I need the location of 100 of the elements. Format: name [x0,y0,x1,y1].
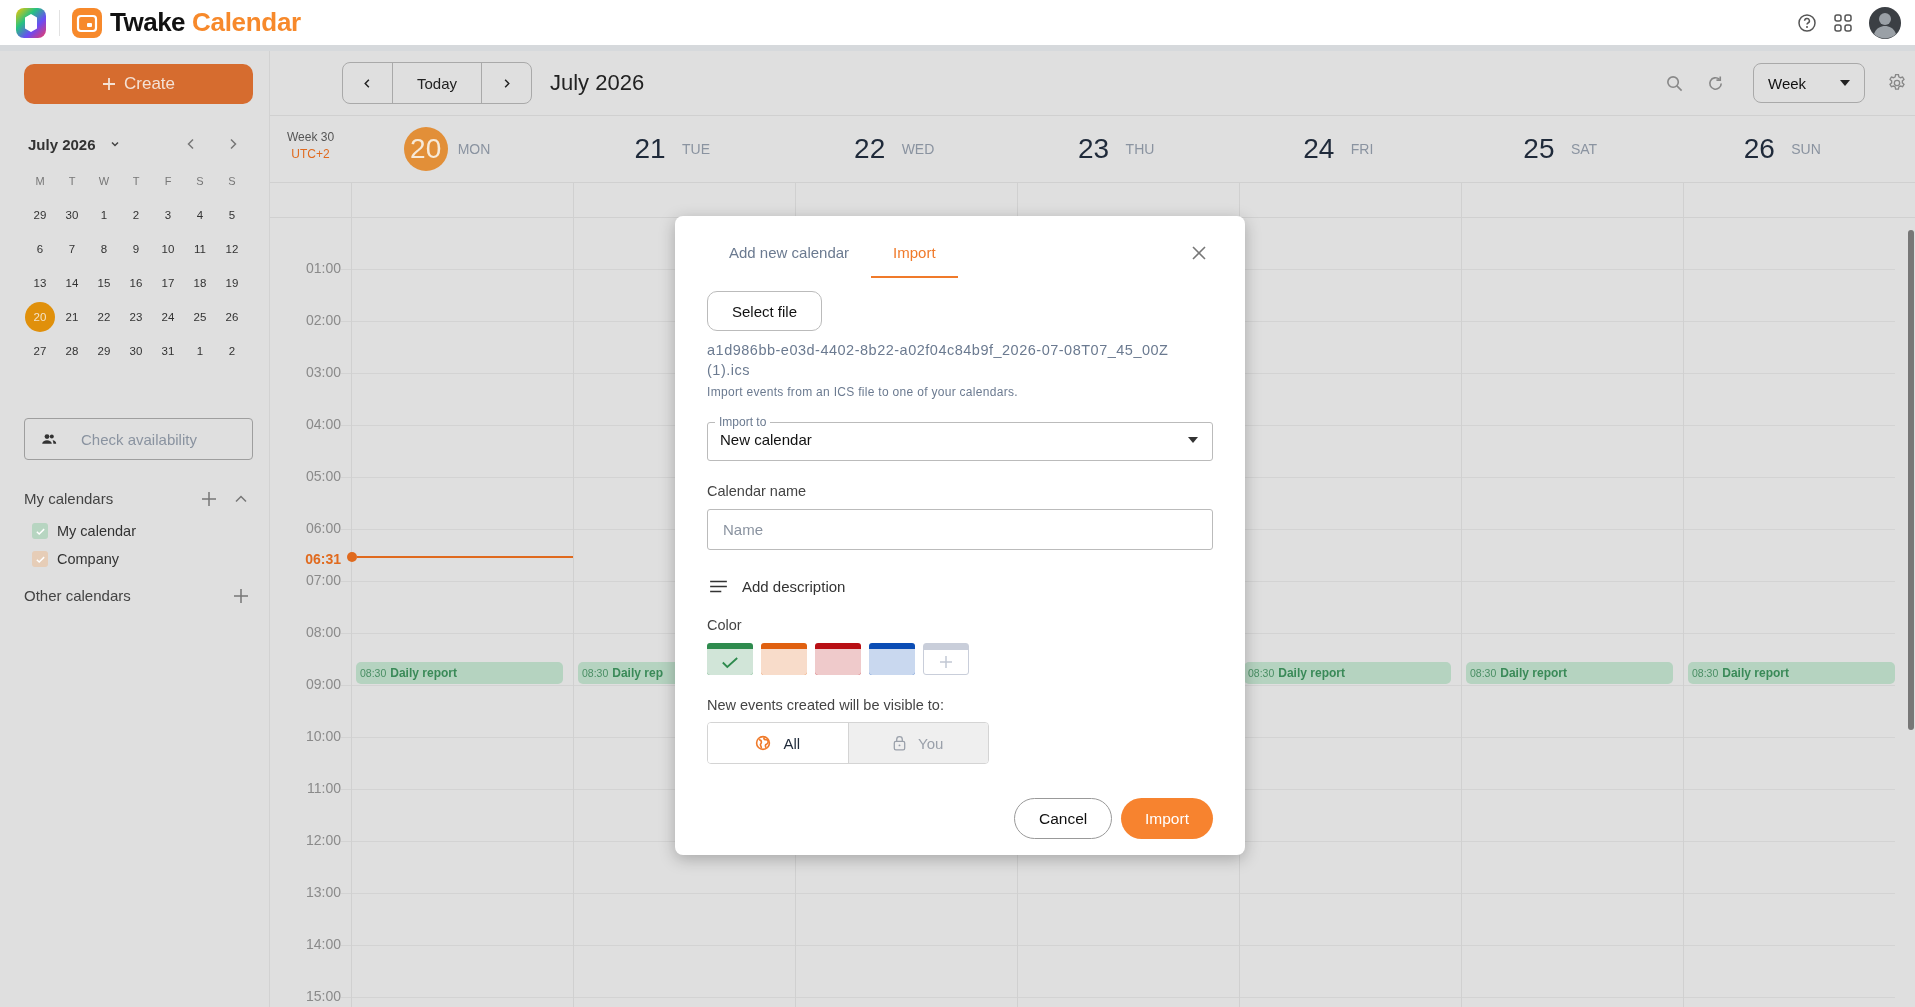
weekday-label: S [227,174,237,189]
scrollbar[interactable] [1908,230,1914,730]
calendar-day[interactable]: 21 [57,302,87,332]
calendar-day[interactable]: 23 [121,302,151,332]
day-number[interactable]: 23 [1071,127,1116,171]
description-icon [709,580,728,593]
color-swatch[interactable] [707,643,753,675]
calendar-day[interactable]: 31 [153,336,183,366]
week-number: Week 30 [286,130,335,144]
weekday-label: T [131,174,141,189]
period-title: July 2026 [550,70,645,96]
app-logo-icon[interactable] [15,6,47,39]
calendar-day[interactable]: 7 [57,234,87,264]
day-number[interactable]: 22 [847,127,892,171]
add-description-link[interactable]: Add description [742,578,846,595]
calendar-day[interactable]: 1 [89,200,119,230]
hour-label: 05:00 [305,468,341,485]
calendar-day[interactable]: 2 [121,200,151,230]
weekday-label: SUN [1791,141,1821,157]
calendar-day[interactable]: 26 [217,302,247,332]
calendar-day[interactable]: 11 [185,234,215,264]
calendar-day[interactable]: 29 [89,336,119,366]
hour-label: 02:00 [305,312,341,329]
calendar-day[interactable]: 16 [121,268,151,298]
calendar-day[interactable]: 25 [185,302,215,332]
calendar-day[interactable]: 29 [25,200,55,230]
user-avatar[interactable] [1869,6,1901,39]
day-number[interactable]: 24 [1296,127,1341,171]
calendar-day[interactable]: 1 [185,336,215,366]
weekday-label: F [163,174,173,189]
calendar-name-input[interactable]: Name [707,509,1213,550]
hour-label: 15:00 [305,988,341,1005]
help-icon[interactable] [1797,12,1817,33]
calendar-checkbox[interactable] [32,551,48,567]
hour-label: 07:00 [305,572,341,589]
calendar-day[interactable]: 28 [57,336,87,366]
day-number[interactable]: 26 [1737,127,1782,171]
calendar-day[interactable]: 6 [25,234,55,264]
day-number[interactable]: 25 [1516,127,1561,171]
add-color-button[interactable] [923,643,969,675]
select-file-button[interactable]: Select file [707,291,823,331]
calendar-day[interactable]: 12 [217,234,247,264]
calendar-day[interactable]: 30 [121,336,151,366]
weekday-label: MON [457,141,491,157]
calendar-name[interactable]: My calendar [57,523,136,539]
color-swatch[interactable] [761,643,807,675]
close-icon[interactable] [1192,246,1206,260]
calendar-day[interactable]: 17 [153,268,183,298]
caret-icon [1840,80,1850,86]
calendar-day[interactable]: 24 [153,302,183,332]
app-name: Twake [110,7,186,38]
day-number[interactable]: 21 [628,127,672,171]
hour-label: 03:00 [305,364,341,381]
calendar-day[interactable]: 14 [57,268,87,298]
settings-icon[interactable] [1887,73,1907,93]
calendar-checkbox[interactable] [32,523,48,539]
calendar-day[interactable]: 30 [57,200,87,230]
apps-grid-icon[interactable] [1833,12,1853,33]
calendar-day[interactable]: 9 [121,234,151,264]
search-icon[interactable] [1665,73,1684,93]
calendar-day[interactable]: 8 [89,234,119,264]
import-hint: Import events from an ICS file to one of your calendars. [707,385,1019,399]
calendar-day[interactable]: 15 [89,268,119,298]
view-dropdown[interactable]: Week [1753,63,1865,103]
calendar-name[interactable]: Company [57,551,120,567]
calendar-day[interactable]: 2 [217,336,247,366]
plus-icon [102,77,116,91]
caret-icon [1188,436,1198,443]
add-icon[interactable] [234,588,248,603]
globe-icon [755,735,772,751]
hour-label: 09:00 [305,676,341,693]
calendar-day[interactable]: 22 [89,302,119,332]
weekday-label: TUE [682,141,710,157]
dialog-tab[interactable]: Add new calendar [707,228,872,278]
file-name: a1d986bb-e03d-4402-8b22-a02f04c84b9f_2026-07-08T07_45_00Z (1).ics [707,341,1170,380]
color-swatch[interactable] [815,643,861,675]
refresh-icon[interactable] [1706,73,1725,93]
hour-label: 08:00 [305,624,341,641]
hour-label: 01:00 [305,260,341,277]
add-icon[interactable] [202,491,216,506]
calendar-day[interactable]: 19 [217,268,247,298]
calendar-day[interactable]: 3 [153,200,183,230]
calendar-day[interactable]: 10 [153,234,183,264]
calendar-day[interactable]: 4 [185,200,215,230]
calendar-logo-icon [72,7,102,38]
calendar-day[interactable]: 5 [217,200,247,230]
calendar-day[interactable]: 27 [25,336,55,366]
hour-label: 04:00 [305,416,341,433]
calendar-day[interactable]: 13 [25,268,55,298]
import-to-select[interactable]: Import to New calendar [707,415,1213,461]
month-title[interactable]: July 2026 [28,135,96,153]
dropdown-chevron-icon[interactable] [109,139,120,149]
field-label: Calendar name [707,483,808,499]
section-title: My calendars [24,490,115,507]
section-title: Other calendars [24,587,132,604]
weekday-label: FRI [1350,141,1374,157]
color-swatch[interactable] [869,643,915,675]
calendar-day[interactable]: 18 [185,268,215,298]
plus-icon [939,655,953,669]
cancel-button[interactable]: Cancel [1014,798,1112,839]
